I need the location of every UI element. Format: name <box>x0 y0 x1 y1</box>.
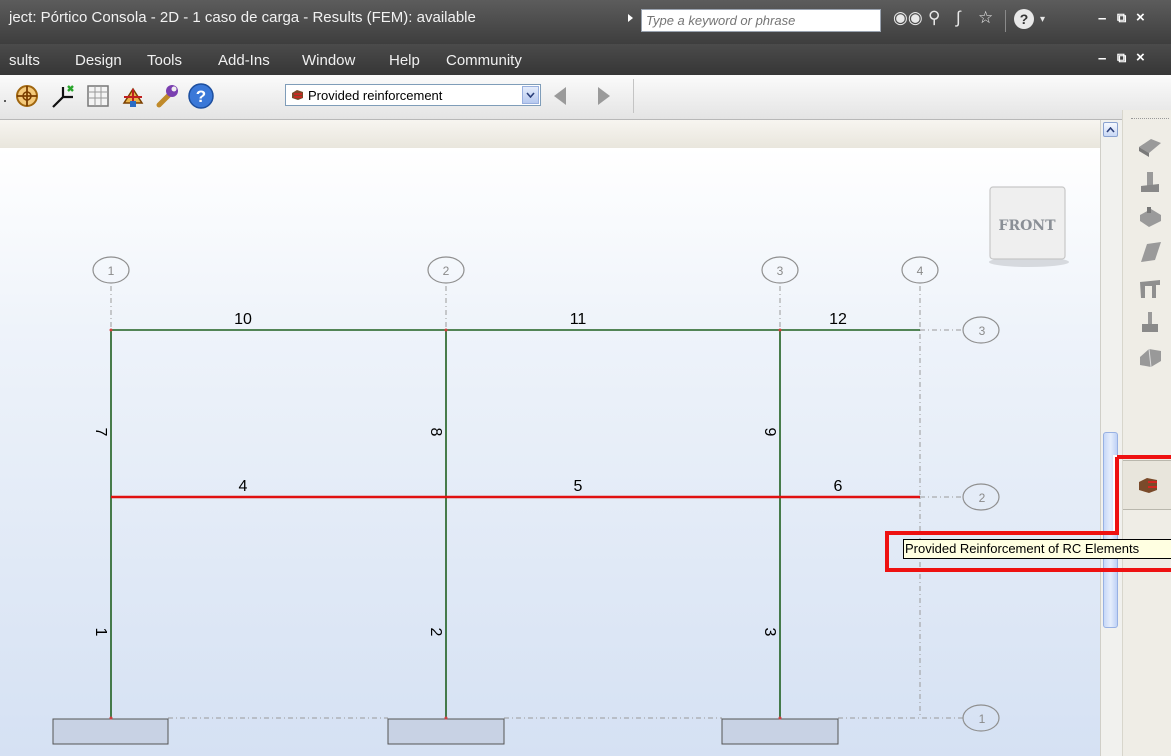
drawing-canvas[interactable]: 1 2 3 4 3 2 1 10 11 12 4 5 6 7 8 9 1 2 3 <box>0 148 1104 756</box>
member-label: 6 <box>834 478 843 495</box>
axis-icon[interactable] <box>48 81 78 111</box>
help-icon[interactable]: ? <box>186 81 216 111</box>
grid-axis-label: 2 <box>443 264 450 278</box>
result-type-select[interactable]: Provided reinforcement <box>285 84 541 106</box>
foundation-icon[interactable] <box>1137 310 1163 334</box>
wrench-icon[interactable] <box>152 81 182 111</box>
grid-lines <box>110 286 963 719</box>
beam-icon[interactable] <box>1137 205 1163 229</box>
next-arrow-icon[interactable] <box>598 87 610 105</box>
grid-axis-label: 3 <box>777 264 784 278</box>
menu-bar: sults Design Tools Add-Ins Window Help C… <box>0 44 1171 75</box>
member-label: 3 <box>761 628 778 637</box>
close-icon[interactable]: × <box>1136 9 1145 26</box>
separator <box>1005 10 1006 32</box>
view-cube-label[interactable]: FRONT <box>999 218 1057 234</box>
member-label: 12 <box>829 311 847 328</box>
member-label: 4 <box>239 478 248 495</box>
menu-community[interactable]: Community <box>446 52 522 69</box>
grid-axis-label: 1 <box>108 264 115 278</box>
tooltip: Provided Reinforcement of RC Elements <box>903 539 1171 559</box>
binoculars-icon[interactable]: ◉◉ <box>893 8 923 28</box>
member-label: 5 <box>574 478 583 495</box>
search-field[interactable] <box>641 9 881 32</box>
menu-results[interactable]: sults <box>9 52 40 69</box>
minimize-icon[interactable]: – <box>1098 10 1106 27</box>
menu-help[interactable]: Help <box>389 52 420 69</box>
key-icon[interactable]: ⚲ <box>928 8 940 28</box>
view-cube[interactable]: FRONT <box>989 186 1069 267</box>
grid-axis-label: 4 <box>917 264 924 278</box>
reinforcement-icon <box>292 90 303 100</box>
previous-arrow-icon[interactable] <box>554 87 566 105</box>
element-icon[interactable] <box>1137 345 1163 369</box>
restore-icon[interactable]: ⧉ <box>1117 10 1126 26</box>
search-input[interactable] <box>646 11 876 30</box>
supports <box>52 718 839 745</box>
doc-close-icon[interactable]: × <box>1136 49 1145 66</box>
panel-grip[interactable] <box>1131 118 1169 120</box>
slab-icon[interactable] <box>1137 135 1163 159</box>
member-label: 9 <box>761 428 778 437</box>
vertical-scrollbar[interactable] <box>1100 120 1122 756</box>
scroll-up-icon[interactable] <box>1103 122 1118 137</box>
menu-design[interactable]: Design <box>75 52 122 69</box>
help-dropdown-icon[interactable]: ▾ <box>1040 10 1045 30</box>
table-icon[interactable] <box>83 81 113 111</box>
window-title: ject: Pórtico Consola - 2D - 1 caso de c… <box>9 9 476 26</box>
member-label: 8 <box>427 428 444 437</box>
toolbar: . ? Provided reinforcement <box>0 75 1171 120</box>
structure-icon[interactable] <box>118 81 148 111</box>
title-bar: ject: Pórtico Consola - 2D - 1 caso de c… <box>0 0 1171 44</box>
help-icon[interactable]: ? <box>1014 9 1034 29</box>
separator <box>633 79 634 113</box>
grid-level-label: 3 <box>979 324 986 338</box>
structure-drawing: 1 2 3 4 3 2 1 10 11 12 4 5 6 7 8 9 1 2 3 <box>52 186 1069 745</box>
doc-restore-icon[interactable]: ⧉ <box>1117 50 1126 66</box>
column-icon[interactable] <box>1137 170 1163 194</box>
grid-level-label: 1 <box>979 712 986 726</box>
wall-icon[interactable] <box>1137 240 1163 264</box>
view-header-bar <box>0 120 1104 149</box>
frame-icon[interactable] <box>1137 276 1163 300</box>
zoom-icon[interactable] <box>12 81 42 111</box>
member-label: 10 <box>234 311 252 328</box>
member-label: 7 <box>92 428 109 437</box>
member-label: 11 <box>570 311 587 328</box>
result-select-value: Provided reinforcement <box>308 88 443 103</box>
search-expand-arrow-icon[interactable] <box>628 14 633 22</box>
chevron-down-icon[interactable] <box>522 86 539 104</box>
favorites-star-icon[interactable]: ☆ <box>978 8 993 28</box>
frame-members <box>110 329 920 718</box>
partial-tool-icon[interactable]: . <box>0 81 10 111</box>
satellite-icon[interactable]: ∫ <box>956 8 961 28</box>
menu-tools[interactable]: Tools <box>147 52 182 69</box>
menu-window[interactable]: Window <box>302 52 355 69</box>
svg-text:?: ? <box>196 87 206 106</box>
menu-add-ins[interactable]: Add-Ins <box>218 52 270 69</box>
right-tool-panel <box>1122 110 1171 756</box>
member-label: 2 <box>427 628 444 637</box>
grid-bubbles <box>92 256 1000 732</box>
doc-minimize-icon[interactable]: – <box>1098 50 1106 67</box>
member-label: 1 <box>92 628 109 637</box>
